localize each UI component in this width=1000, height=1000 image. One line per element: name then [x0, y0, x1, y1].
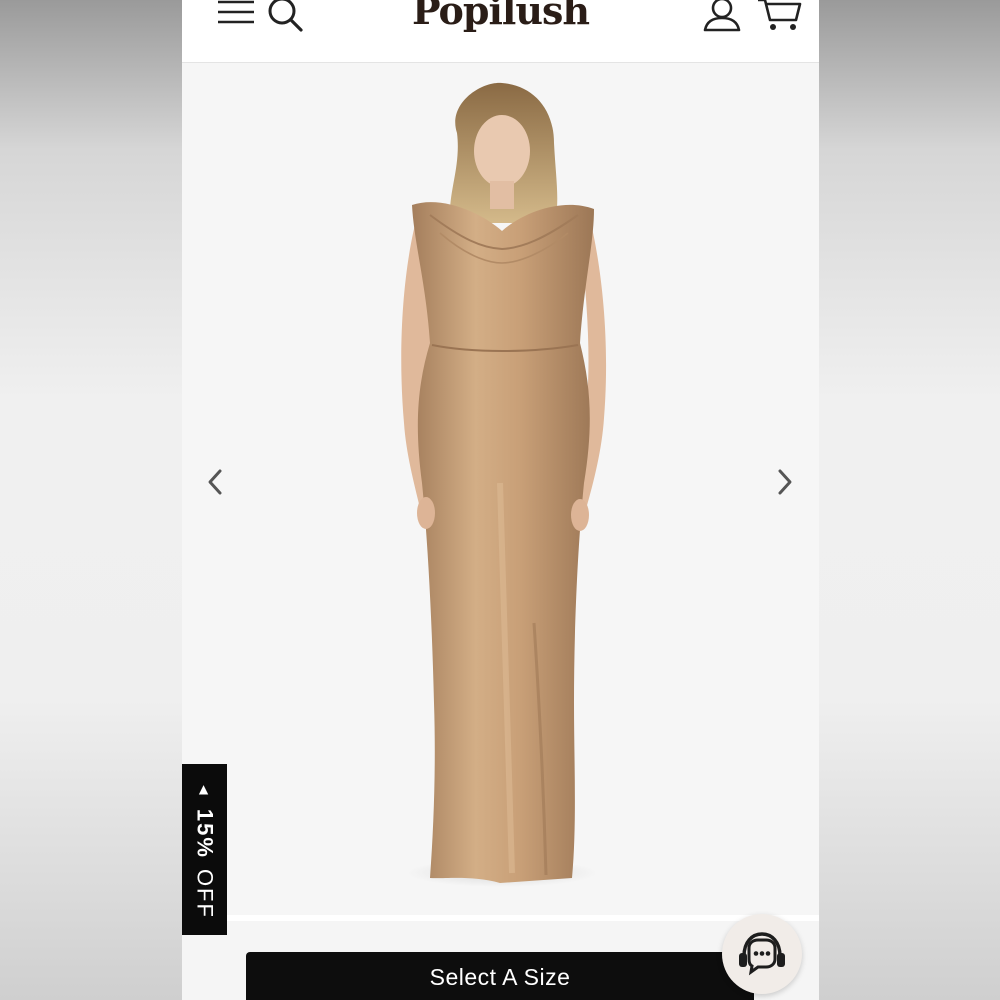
site-header: Popilush [182, 0, 819, 63]
chevron-left-icon[interactable] [200, 465, 230, 499]
customer-service-button[interactable] [722, 914, 802, 994]
discount-off-label: OFF [192, 868, 218, 919]
account-icon[interactable] [702, 0, 742, 34]
select-size-label: Select A Size [429, 964, 571, 990]
discount-tab[interactable]: ▲ 15% OFF [182, 764, 227, 935]
chevron-right-icon[interactable] [770, 465, 800, 499]
headset-chat-icon [739, 932, 785, 976]
background-left [0, 0, 182, 1000]
product-image[interactable] [182, 63, 819, 915]
discount-percent: 15% [192, 808, 218, 859]
mobile-page: Popilush ▲ 15% OFF Select A Size [182, 0, 819, 1000]
cart-icon[interactable] [756, 0, 802, 34]
background-right [819, 0, 1000, 1000]
product-gallery[interactable] [182, 63, 819, 915]
triangle-up-icon: ▲ [195, 780, 214, 798]
select-size-button[interactable]: Select A Size [246, 952, 754, 1000]
section-divider [182, 915, 819, 921]
discount-tab-content: ▲ 15% OFF [182, 764, 227, 935]
